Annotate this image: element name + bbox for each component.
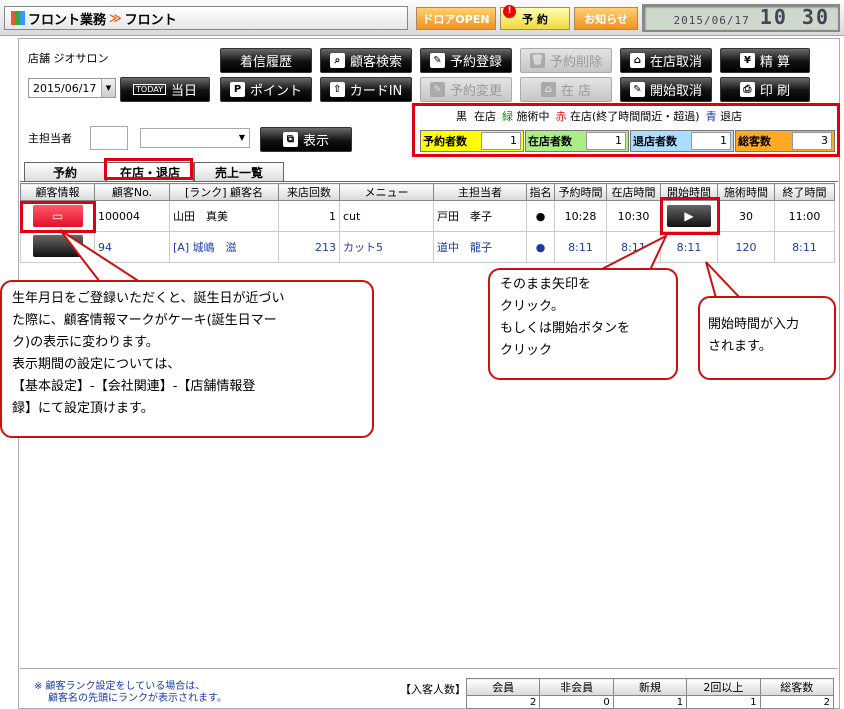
summary-header: 非会員: [539, 678, 614, 696]
birthday-callout: 生年月日をご登録いただくと、誕生日が近づい た際に、顧客情報マークがケーキ(誕生…: [0, 280, 374, 438]
summary-header: 新規: [612, 678, 688, 696]
birthday-callout-line: た際に、顧客情報マークがケーキ(誕生日マー: [12, 313, 277, 328]
summary-header: 2回以上: [686, 678, 761, 696]
arrow-callout-line: クリック。: [500, 299, 564, 314]
start-time-callout: 開始時間が入力 されます。: [698, 296, 836, 380]
summary-label: 【入客人数】: [400, 683, 466, 696]
summary-value: 0: [539, 695, 614, 709]
summary-value: 1: [686, 695, 761, 709]
rank-note-line2: 顧客名の先頭にランクが表示されます。: [48, 693, 227, 704]
summary-value: 2: [465, 695, 541, 709]
arrow-callout-line: クリック: [500, 343, 553, 358]
birthday-callout-line: ク)の表示に変わります。: [12, 335, 159, 350]
summary-value: 1: [612, 695, 688, 709]
birthday-callout-line: 録】にて設定頂けます。: [12, 401, 154, 416]
birthday-callout-line: 生年月日をご登録いただくと、誕生日が近づい: [12, 291, 285, 306]
summary-value: 2: [759, 695, 835, 709]
rank-note: ※ 顧客ランク設定をしている場合は、 顧客名の先頭にランクが表示されます。: [34, 681, 227, 705]
rank-note-line1: ※ 顧客ランク設定をしている場合は、: [34, 681, 206, 692]
birthday-callout-line: 表示期間の設定については、: [12, 357, 181, 372]
summary-header: 総客数: [759, 678, 835, 696]
arrow-callout-line: そのまま矢印を: [500, 277, 592, 292]
summary-header: 会員: [465, 678, 541, 696]
start-callout-line: 開始時間が入力: [708, 317, 800, 332]
arrow-callout-line: もしくは開始ボタンを: [500, 321, 631, 336]
summary-table: 会員 非会員 新規 2回以上 総客数 20112: [465, 678, 835, 709]
birthday-callout-line: 【基本設定】-【会社関連】-【店舗情報登: [12, 379, 256, 394]
arrow-callout: そのまま矢印を クリック。 もしくは開始ボタンを クリック: [488, 268, 678, 380]
start-callout-line: されます。: [708, 339, 772, 354]
footer-divider: [20, 668, 838, 669]
